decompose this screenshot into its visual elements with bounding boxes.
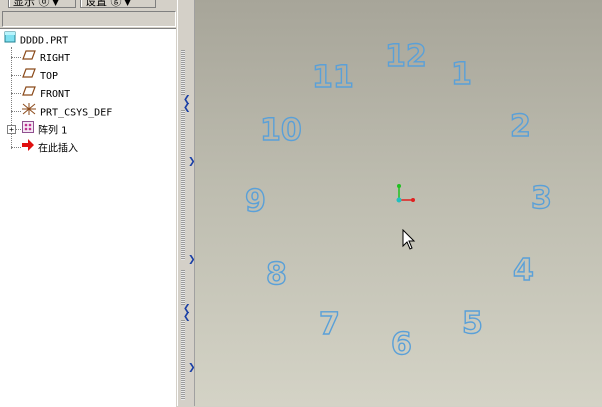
csys-triad-icon <box>396 184 415 203</box>
clock-number-4: 4 <box>512 253 534 288</box>
coordinate-system-icon <box>22 103 36 122</box>
clock-number-10: 10 <box>259 113 302 148</box>
tree-item-csys[interactable]: PRT_CSYS_DEF <box>22 103 112 121</box>
splitter-grip[interactable] <box>181 50 185 95</box>
pattern-icon <box>22 121 34 140</box>
tree-root-part[interactable]: DDDD.PRT <box>4 31 68 49</box>
tree-item-pattern[interactable]: 阵列 1 <box>22 121 68 139</box>
tree-connector-line <box>11 147 21 148</box>
settings-menu-label: 设置 ⓖ <box>85 0 122 8</box>
tree-filter-bar[interactable] <box>2 11 176 27</box>
graphics-window[interactable]: 12 1 2 3 4 5 6 7 8 9 10 11 <box>195 0 602 406</box>
tree-expand-toggle[interactable]: + <box>7 125 16 134</box>
splitter-grip[interactable] <box>181 110 185 260</box>
clock-number-7: 7 <box>318 307 340 342</box>
settings-menu-button[interactable]: 设置 ⓖ ▼ <box>80 0 156 8</box>
display-menu-button[interactable]: 显示 ⓓ ▼ <box>8 0 76 8</box>
tree-item-top[interactable]: TOP <box>22 67 58 85</box>
clock-number-6: 6 <box>390 327 412 362</box>
tree-item-label: FRONT <box>40 89 71 100</box>
tree-item-label: RIGHT <box>40 53 71 64</box>
tree-connector-line <box>11 75 21 76</box>
tree-root-label: DDDD.PRT <box>20 35 69 47</box>
tree-connector-line <box>16 129 21 130</box>
tree-item-label: PRT_CSYS_DEF <box>40 107 113 119</box>
insert-here-arrow-icon <box>22 139 34 158</box>
clock-number-5: 5 <box>461 306 483 341</box>
splitter-grip[interactable] <box>181 320 185 400</box>
display-menu-label: 显示 ⓓ <box>13 0 50 8</box>
datum-plane-icon <box>22 67 36 85</box>
splitter-grip[interactable] <box>181 270 185 305</box>
clock-number-11: 11 <box>311 60 354 95</box>
panel-splitter[interactable]: ❮ ❮ ❯ ❯ ❮ ❮ ❯ <box>177 0 196 406</box>
clock-number-3: 3 <box>530 181 552 216</box>
clock-number-9: 9 <box>244 184 266 219</box>
tree-connector-line <box>11 93 21 94</box>
tree-item-label: TOP <box>40 71 59 82</box>
chevron-down-icon: ▼ <box>124 0 131 7</box>
mouse-pointer-icon <box>402 229 416 250</box>
tree-item-label: 阵列 1 <box>38 125 68 137</box>
model-tree-panel: 显示 ⓓ ▼ 设置 ⓖ ▼ DDDD.PRT RIGHT TOP FRONT P… <box>0 0 178 407</box>
tree-connector-line <box>11 57 21 58</box>
model-tree: DDDD.PRT RIGHT TOP FRONT PRT_CSYS_DEF + … <box>0 28 176 407</box>
datum-plane-icon <box>22 49 36 67</box>
part-icon <box>4 31 16 50</box>
tree-item-front[interactable]: FRONT <box>22 85 70 103</box>
collapse-left-arrow-icon[interactable]: ❮ <box>183 104 191 113</box>
clock-number-2: 2 <box>509 109 531 144</box>
tree-item-right[interactable]: RIGHT <box>22 49 70 67</box>
datum-plane-icon <box>22 85 36 103</box>
tree-item-label: 在此插入 <box>38 143 78 155</box>
chevron-down-icon: ▼ <box>52 0 59 7</box>
clock-number-12: 12 <box>384 39 427 74</box>
tree-item-insert-here[interactable]: 在此插入 <box>22 139 78 157</box>
model-tree-toolbar: 显示 ⓓ ▼ 设置 ⓖ ▼ <box>0 0 178 10</box>
clock-number-8: 8 <box>265 257 287 292</box>
tree-connector-line <box>11 111 21 112</box>
collapse-left-arrow-icon[interactable]: ❮ <box>183 313 191 322</box>
clock-number-1: 1 <box>450 57 472 92</box>
